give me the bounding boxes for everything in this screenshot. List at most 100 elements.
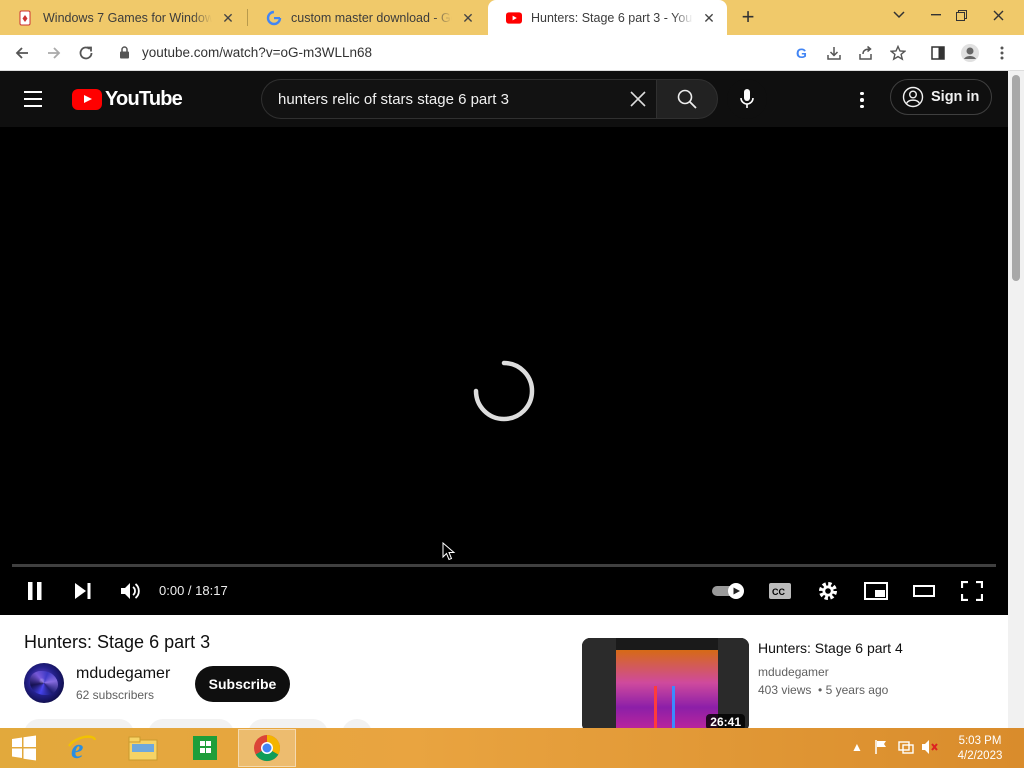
captions-button[interactable]: CC [766,577,794,605]
cards-icon [18,10,34,26]
related-video-item[interactable]: 26:41 Hunters: Stage 6 part 4 mdudegamer… [582,638,1002,728]
tab-search-chevron-icon[interactable] [883,0,915,30]
search-query-text[interactable]: hunters relic of stars stage 6 part 3 [278,91,509,108]
search-button[interactable] [656,79,718,119]
progress-bar[interactable] [12,564,996,567]
windows-logo-icon [12,735,36,761]
start-button[interactable] [0,729,48,767]
scrollbar-thumb[interactable] [1012,75,1020,281]
search-icon [677,89,697,109]
share-icon[interactable] [854,41,878,65]
taskbar-chrome[interactable] [238,729,296,767]
folder-icon [128,736,158,761]
autoplay-toggle[interactable] [711,577,747,605]
profile-icon[interactable] [958,41,982,65]
thumbnail-pillar-red [654,686,657,728]
theater-icon [913,585,935,597]
more-actions-button[interactable] [342,719,372,728]
theater-mode-button[interactable] [910,577,938,605]
tab-google-search[interactable]: custom master download - Google ✕ [248,0,486,35]
tab-windows-games[interactable]: Windows 7 Games for Windows ✕ [0,0,246,35]
youtube-icon [506,10,522,26]
internet-explorer-icon: e [68,734,97,764]
related-video-channel[interactable]: mdudegamer [758,665,829,679]
action-center-flag-icon[interactable] [874,739,888,758]
close-tab-icon[interactable]: ✕ [701,10,717,26]
taskbar-file-explorer[interactable] [115,729,171,767]
thumbnail-panel-left [582,638,616,728]
office-store-icon [193,736,217,760]
video-player[interactable]: 0:00 / 18:17 CC [0,127,1008,615]
network-icon[interactable] [898,739,914,758]
action-buttons-row [24,719,372,728]
youtube-header: YouTube hunters relic of stars stage 6 p… [0,71,1008,127]
loading-spinner-icon [473,360,535,422]
volume-button[interactable] [116,577,144,605]
system-clock[interactable]: 5:03 PM 4/2/2023 [944,734,1016,764]
miniplayer-button[interactable] [862,577,890,605]
channel-avatar[interactable] [24,663,64,703]
menu-icon[interactable] [24,88,48,110]
close-tab-icon[interactable]: ✕ [460,10,476,26]
search-input[interactable]: hunters relic of stars stage 6 part 3 [261,79,656,119]
mouse-cursor-icon [442,542,456,561]
clock-date: 4/2/2023 [957,750,1003,762]
page-scrollbar[interactable] [1008,71,1024,728]
tab-youtube-active[interactable]: Hunters: Stage 6 part 3 - YouTube ✕ [488,0,727,35]
related-video-views: 403 views [758,683,812,697]
related-video-age: 5 years ago [825,683,889,697]
share-button[interactable] [148,719,234,728]
channel-name[interactable]: mdudegamer [76,665,170,683]
google-icon [266,10,282,26]
microphone-icon [740,89,754,108]
restore-button[interactable] [945,0,977,30]
settings-button[interactable] [814,577,842,605]
skip-next-icon [75,583,91,599]
settings-kebab-icon[interactable] [850,88,874,112]
fullscreen-button[interactable] [958,577,986,605]
lock-icon[interactable] [119,46,130,64]
volume-muted-icon[interactable] [921,739,939,758]
taskbar-internet-explorer[interactable]: e [54,729,110,767]
close-tab-icon[interactable]: ✕ [220,10,236,26]
youtube-logo[interactable]: YouTube [72,88,183,111]
thumbnail-pillar-blue [672,686,675,728]
pause-button[interactable] [22,577,48,605]
pause-icon [28,582,42,600]
thumbnail-game-scene [616,650,718,728]
voice-search-button[interactable] [727,79,767,119]
like-button[interactable] [24,719,134,728]
chrome-menu-icon[interactable] [990,41,1014,65]
close-window-button[interactable] [981,0,1015,30]
new-tab-button[interactable]: + [737,6,759,29]
reload-button[interactable] [74,41,98,65]
volume-icon [121,583,140,599]
related-video-title[interactable]: Hunters: Stage 6 part 4 [758,640,903,656]
svg-text:CC: CC [772,587,785,597]
side-panel-icon[interactable] [926,41,950,65]
time-display: 0:00 / 18:17 [159,583,228,598]
show-hidden-icons-icon[interactable]: ▲ [851,740,863,754]
related-video-thumbnail[interactable]: 26:41 [582,638,749,728]
account-icon [902,86,924,108]
install-icon[interactable] [822,41,846,65]
cc-icon: CC [769,583,791,599]
browser-toolbar: youtube.com/watch?v=oG-m3WLLn68 G [0,35,1024,71]
chrome-icon [254,735,281,762]
sign-in-button[interactable]: Sign in [890,79,992,115]
video-details: Hunters: Stage 6 part 3 mdudegamer 62 su… [0,615,1008,728]
save-button[interactable] [248,719,328,728]
svg-text:G: G [796,45,807,61]
bookmark-star-icon[interactable] [886,41,910,65]
back-button[interactable] [10,41,34,65]
gear-icon [819,582,837,600]
taskbar-office[interactable] [177,729,233,767]
clock-time: 5:03 PM [958,735,1002,747]
forward-button[interactable] [42,41,66,65]
clear-search-icon[interactable] [628,89,648,109]
url-text[interactable]: youtube.com/watch?v=oG-m3WLLn68 [142,45,372,60]
autoplay-toggle-icon [712,583,744,599]
subscribe-button[interactable]: Subscribe [195,666,290,702]
google-lens-icon[interactable]: G [790,41,814,65]
next-button[interactable] [70,577,96,605]
